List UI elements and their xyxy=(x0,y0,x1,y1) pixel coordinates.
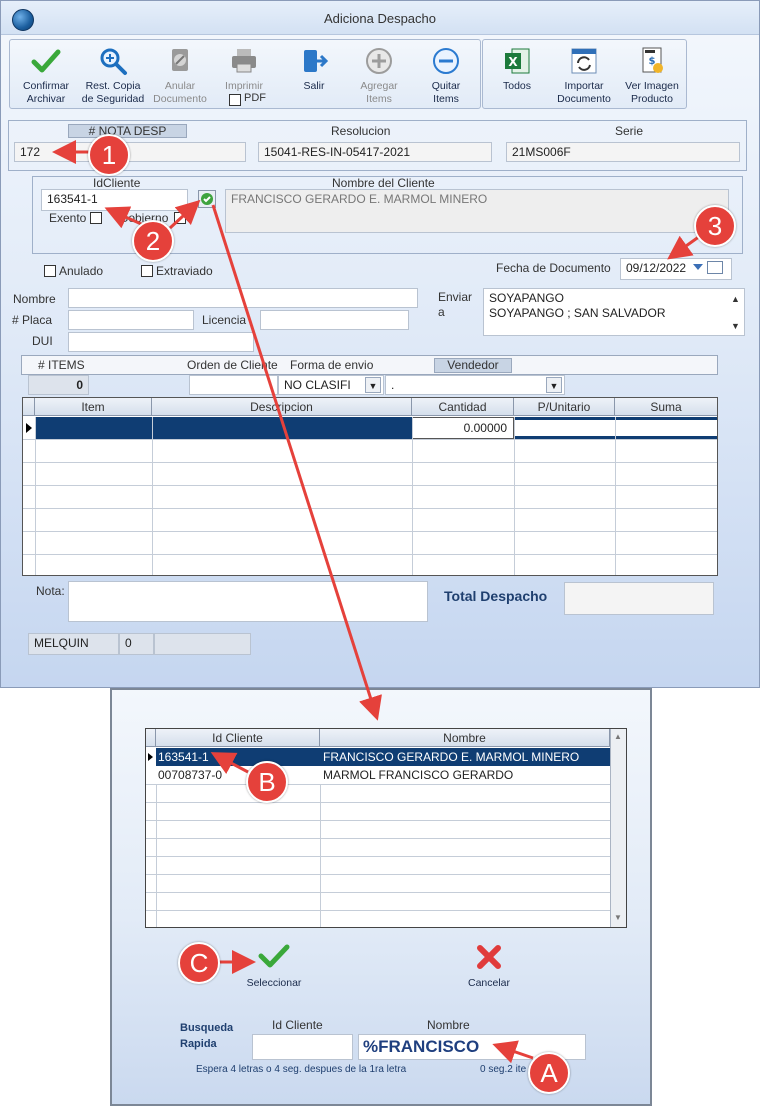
arrow-a xyxy=(492,1040,534,1064)
callout-a: A xyxy=(528,1052,570,1094)
arrow-to-dialog xyxy=(211,204,382,721)
callout-1: 1 xyxy=(88,134,130,176)
arrow-3 xyxy=(667,234,701,260)
arrow-2b xyxy=(168,199,201,230)
callout-2: 2 xyxy=(132,220,174,262)
callout-3: 3 xyxy=(694,205,736,247)
arrow-b xyxy=(210,752,249,775)
callout-c: C xyxy=(178,942,220,984)
callout-b: B xyxy=(246,761,288,803)
